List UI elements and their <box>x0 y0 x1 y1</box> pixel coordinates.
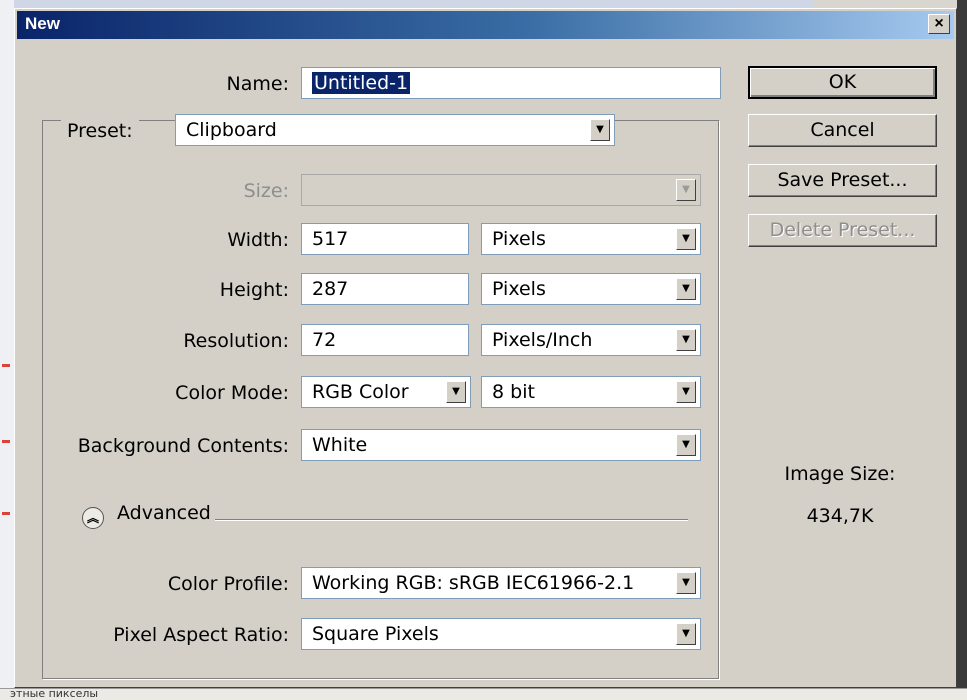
width-input[interactable]: 517 <box>301 223 469 255</box>
background-mark <box>2 364 10 367</box>
color-profile-value: Working RGB: sRGB IEC61966-2.1 <box>312 572 635 594</box>
bit-depth-select[interactable]: 8 bit ▼ <box>481 376 701 408</box>
advanced-toggle-button[interactable]: ︽ <box>82 507 104 529</box>
preset-select[interactable]: Clipboard ▼ <box>175 114 615 146</box>
name-label: Name: <box>226 73 289 95</box>
image-size-value: 434,7K <box>806 505 874 527</box>
chevron-down-icon: ▼ <box>676 278 696 300</box>
preset-select-value: Clipboard <box>186 119 277 141</box>
background-mark <box>2 512 10 515</box>
dialog-titlebar[interactable]: New × <box>17 11 954 39</box>
advanced-divider <box>215 519 688 521</box>
chevron-down-icon: ▼ <box>676 329 696 351</box>
advanced-label: Advanced <box>117 502 211 524</box>
chevron-down-icon: ▼ <box>676 434 696 456</box>
resolution-input[interactable]: 72 <box>301 324 469 356</box>
background-contents-label: Background Contents: <box>77 435 289 457</box>
width-input-value: 517 <box>312 228 349 250</box>
close-button[interactable]: × <box>928 14 950 34</box>
bit-depth-value: 8 bit <box>492 381 535 403</box>
chevron-down-icon: ▼ <box>676 623 696 645</box>
background-contents-value: White <box>312 434 368 456</box>
pixel-aspect-ratio-select[interactable]: Square Pixels ▼ <box>301 618 701 650</box>
new-document-dialog: New × Name: Untitled-1 Preset: Clipboard… <box>14 8 957 688</box>
color-profile-label: Color Profile: <box>167 573 289 595</box>
cancel-button[interactable]: Cancel <box>748 114 937 147</box>
image-size-label: Image Size: <box>784 463 896 485</box>
chevron-down-icon: ▼ <box>590 119 610 141</box>
resolution-unit-value: Pixels/Inch <box>492 329 593 351</box>
background-bottom-text: этные пикселы <box>10 687 99 700</box>
width-unit-value: Pixels <box>492 228 546 250</box>
delete-preset-button[interactable]: Delete Preset... <box>748 214 937 247</box>
height-input[interactable]: 287 <box>301 273 469 305</box>
dialog-title: New <box>25 14 60 33</box>
pixel-aspect-ratio-value: Square Pixels <box>312 623 439 645</box>
double-chevron-up-icon: ︽ <box>86 511 99 525</box>
background-window-right <box>957 0 967 699</box>
resolution-unit-select[interactable]: Pixels/Inch ▼ <box>481 324 701 356</box>
size-select[interactable]: ▼ <box>301 174 701 206</box>
height-label: Height: <box>219 279 289 301</box>
name-input-value: Untitled-1 <box>312 72 411 94</box>
chevron-down-icon: ▼ <box>676 572 696 594</box>
height-unit-value: Pixels <box>492 278 546 300</box>
background-contents-select[interactable]: White ▼ <box>301 429 701 461</box>
name-input[interactable]: Untitled-1 <box>301 67 721 99</box>
ok-button[interactable]: OK <box>748 66 937 99</box>
close-icon: × <box>934 15 944 32</box>
background-mark <box>2 440 10 443</box>
width-label: Width: <box>227 229 289 251</box>
background-window-bottom: этные пикселы <box>0 687 967 700</box>
pixel-aspect-ratio-label: Pixel Aspect Ratio: <box>113 624 289 646</box>
chevron-down-icon: ▼ <box>676 179 696 201</box>
resolution-input-value: 72 <box>312 329 337 351</box>
chevron-down-icon: ▼ <box>676 381 696 403</box>
chevron-down-icon: ▼ <box>446 381 466 403</box>
width-unit-select[interactable]: Pixels ▼ <box>481 223 701 255</box>
size-label: Size: <box>243 180 289 202</box>
height-input-value: 287 <box>312 278 349 300</box>
color-profile-select[interactable]: Working RGB: sRGB IEC61966-2.1 ▼ <box>301 567 701 599</box>
color-mode-select[interactable]: RGB Color ▼ <box>301 376 471 408</box>
height-unit-select[interactable]: Pixels ▼ <box>481 273 701 305</box>
color-mode-label: Color Mode: <box>175 382 289 404</box>
preset-label: Preset: <box>61 120 139 142</box>
color-mode-value: RGB Color <box>312 381 409 403</box>
save-preset-button[interactable]: Save Preset... <box>748 164 937 197</box>
background-window-edge <box>0 0 14 699</box>
resolution-label: Resolution: <box>183 330 289 352</box>
chevron-down-icon: ▼ <box>676 228 696 250</box>
background-window-top <box>14 0 814 8</box>
